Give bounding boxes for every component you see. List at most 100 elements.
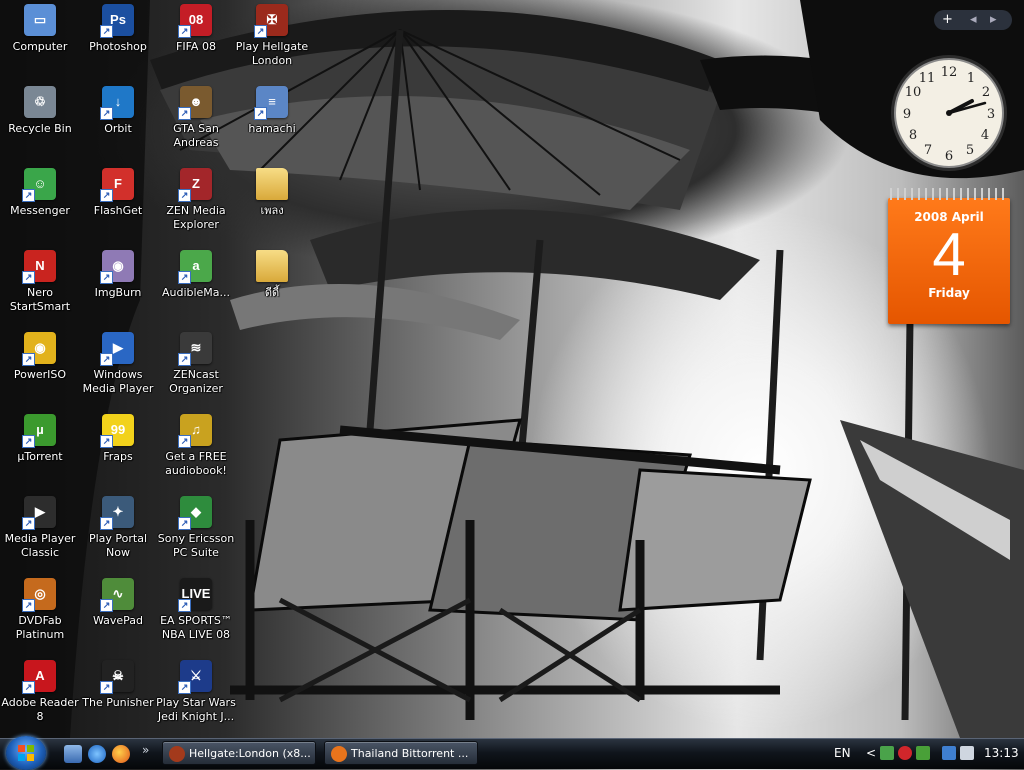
desktop-icon[interactable]: ◉ ↗ ImgBurn bbox=[78, 248, 158, 328]
calendar-day: 4 bbox=[932, 221, 966, 288]
windows-logo-icon bbox=[18, 745, 34, 761]
desktop-icon[interactable]: ▶ ↗ Media Player Classic bbox=[0, 494, 80, 574]
shortcut-arrow-icon: ↗ bbox=[100, 25, 113, 38]
desktop-icon[interactable]: ☻ ↗ GTA San Andreas bbox=[156, 84, 236, 164]
desktop-icon-label: Fraps bbox=[103, 450, 133, 463]
desktop-icon-image: ≋ ↗ bbox=[178, 332, 212, 366]
taskbar-window-label: Hellgate:London (x8... bbox=[189, 747, 311, 760]
internet-explorer-icon[interactable] bbox=[88, 745, 106, 763]
chevron-left-icon[interactable]: ◂ bbox=[970, 10, 977, 30]
desktop-icon-label: ImgBurn bbox=[94, 286, 142, 299]
shortcut-arrow-icon: ↗ bbox=[22, 271, 35, 284]
desktop-icon[interactable]: ☺ ↗ Messenger bbox=[0, 166, 80, 246]
desktop-icon[interactable]: ☠ ↗ The Punisher bbox=[78, 658, 158, 738]
desktop-icon-image: µ ↗ bbox=[22, 414, 56, 448]
svg-text:4: 4 bbox=[981, 128, 989, 143]
desktop-icon-image: ◉ ↗ bbox=[22, 332, 56, 366]
shortcut-arrow-icon: ↗ bbox=[178, 353, 191, 366]
desktop-icon[interactable]: ✠ ↗ Play Hellgate London bbox=[232, 2, 312, 82]
tray-expand-chevron[interactable]: < bbox=[866, 746, 876, 760]
desktop-icon[interactable]: Z ↗ ZEN Media Explorer bbox=[156, 166, 236, 246]
desktop-icon[interactable]: ◆ ↗ Sony Ericsson PC Suite bbox=[156, 494, 236, 574]
firefox-icon[interactable] bbox=[112, 745, 130, 763]
desktop-icon[interactable]: ≋ ↗ ZENcast Organizer bbox=[156, 330, 236, 410]
svg-text:7: 7 bbox=[924, 143, 932, 158]
desktop-icon-label: Photoshop bbox=[89, 40, 147, 53]
desktop-icon[interactable]: ดีดี้ bbox=[232, 248, 312, 328]
desktop-icon-label: hamachi bbox=[248, 122, 296, 135]
desktop-icon-label: EA SPORTS™ NBA LIVE 08 bbox=[160, 614, 232, 641]
desktop-icon-label: GTA San Andreas bbox=[173, 122, 219, 149]
calendar-gadget[interactable]: 2008 April 4 Friday bbox=[886, 188, 1012, 324]
volume-icon[interactable] bbox=[960, 746, 974, 760]
desktop-icon[interactable]: ↓ ↗ Orbit bbox=[78, 84, 158, 164]
desktop-icon[interactable]: N ↗ Nero StartSmart bbox=[0, 248, 80, 328]
chevron-right-icon[interactable]: ▸ bbox=[990, 10, 997, 30]
desktop-icon[interactable]: เพลง bbox=[232, 166, 312, 246]
desktop-icon[interactable]: 08 ↗ FIFA 08 bbox=[156, 2, 236, 82]
network-connection-icon[interactable] bbox=[942, 746, 956, 760]
desktop-icon-image: ☻ ↗ bbox=[178, 86, 212, 120]
desktop-icon-image: ◎ ↗ bbox=[22, 578, 56, 612]
desktop-icon-image: ♫ ↗ bbox=[178, 414, 212, 448]
desktop-icon[interactable]: ⚔ ↗ Play Star Wars Jedi Knight J... bbox=[156, 658, 236, 738]
desktop-icon-label: Windows Media Player bbox=[82, 368, 154, 395]
desktop-icon-label: Play Star Wars Jedi Knight J... bbox=[156, 696, 236, 723]
desktop-icon[interactable]: ♫ ↗ Get a FREE audiobook! bbox=[156, 412, 236, 492]
desktop-icon-image: 99 ↗ bbox=[100, 414, 134, 448]
security-alert-icon[interactable] bbox=[898, 746, 912, 760]
desktop-icon[interactable]: ≡ ↗ hamachi bbox=[232, 84, 312, 164]
desktop-icon[interactable]: LIVE ↗ EA SPORTS™ NBA LIVE 08 bbox=[156, 576, 236, 656]
desktop-icon[interactable]: µ ↗ µTorrent bbox=[0, 412, 80, 492]
language-indicator[interactable]: EN bbox=[834, 746, 851, 760]
start-button[interactable] bbox=[6, 736, 46, 770]
desktop-icon-image: a ↗ bbox=[178, 250, 212, 284]
utorrent-tray-icon[interactable] bbox=[916, 746, 930, 760]
taskbar-clock[interactable]: 13:13 bbox=[984, 746, 1019, 760]
desktop-icon-label: เพลง bbox=[260, 204, 284, 217]
shortcut-arrow-icon: ↗ bbox=[22, 681, 35, 694]
desktop-icon-image bbox=[256, 168, 288, 200]
desktop-icon[interactable]: ∿ ↗ WavePad bbox=[78, 576, 158, 656]
sidebar-add-gadget-button[interactable]: + ◂ ▸ bbox=[934, 10, 1012, 30]
desktop-icon[interactable]: a ↗ AudibleMa... bbox=[156, 248, 236, 328]
desktop-icon[interactable]: F ↗ FlashGet bbox=[78, 166, 158, 246]
taskbar-window-button[interactable]: Hellgate:London (x8... bbox=[162, 741, 316, 765]
desktop-icon-label: AudibleMa... bbox=[161, 286, 231, 299]
desktop-icon-label: FIFA 08 bbox=[176, 40, 216, 53]
svg-text:2: 2 bbox=[982, 85, 990, 100]
window-app-icon bbox=[331, 746, 347, 762]
desktop-icon-label: Recycle Bin bbox=[8, 122, 72, 135]
desktop-icon-image: ♲ bbox=[24, 86, 56, 118]
shortcut-arrow-icon: ↗ bbox=[100, 681, 113, 694]
show-desktop-icon[interactable] bbox=[64, 745, 82, 763]
desktop-icon[interactable]: ▶ ↗ Windows Media Player bbox=[78, 330, 158, 410]
desktop-icon-label: Media Player Classic bbox=[4, 532, 76, 559]
taskbar-window-button[interactable]: Thailand Bittorrent ... bbox=[324, 741, 478, 765]
shortcut-arrow-icon: ↗ bbox=[22, 189, 35, 202]
desktop-icon[interactable]: ◎ ↗ DVDFab Platinum bbox=[0, 576, 80, 656]
shortcut-arrow-icon: ↗ bbox=[100, 353, 113, 366]
quick-launch-more-chevron[interactable]: » bbox=[142, 743, 149, 757]
desktop-icon-label: FlashGet bbox=[93, 204, 143, 217]
desktop-icon[interactable]: 99 ↗ Fraps bbox=[78, 412, 158, 492]
shortcut-arrow-icon: ↗ bbox=[100, 517, 113, 530]
desktop-icon-image: ▭ bbox=[24, 4, 56, 36]
desktop-icon-label: ดีดี้ bbox=[264, 286, 280, 299]
desktop-icon[interactable]: ▭ Computer bbox=[0, 2, 80, 82]
desktop-icon-image: ≡ ↗ bbox=[254, 86, 288, 120]
shortcut-arrow-icon: ↗ bbox=[22, 435, 35, 448]
network-status-icon[interactable] bbox=[880, 746, 894, 760]
clock-gadget[interactable]: 12 12 345 678 91011 bbox=[888, 52, 1010, 174]
desktop-icon[interactable]: A ↗ Adobe Reader 8 bbox=[0, 658, 80, 738]
desktop-icon[interactable]: Ps ↗ Photoshop bbox=[78, 2, 158, 82]
desktop-icon-image: ▶ ↗ bbox=[22, 496, 56, 530]
shortcut-arrow-icon: ↗ bbox=[22, 353, 35, 366]
shortcut-arrow-icon: ↗ bbox=[178, 435, 191, 448]
desktop-icon[interactable]: ♲ Recycle Bin bbox=[0, 84, 80, 164]
svg-text:5: 5 bbox=[966, 143, 974, 158]
shortcut-arrow-icon: ↗ bbox=[22, 517, 35, 530]
desktop-icon[interactable]: ◉ ↗ PowerISO bbox=[0, 330, 80, 410]
desktop-icon[interactable]: ✦ ↗ Play Portal Now bbox=[78, 494, 158, 574]
desktop-icon-image: ☺ ↗ bbox=[22, 168, 56, 202]
